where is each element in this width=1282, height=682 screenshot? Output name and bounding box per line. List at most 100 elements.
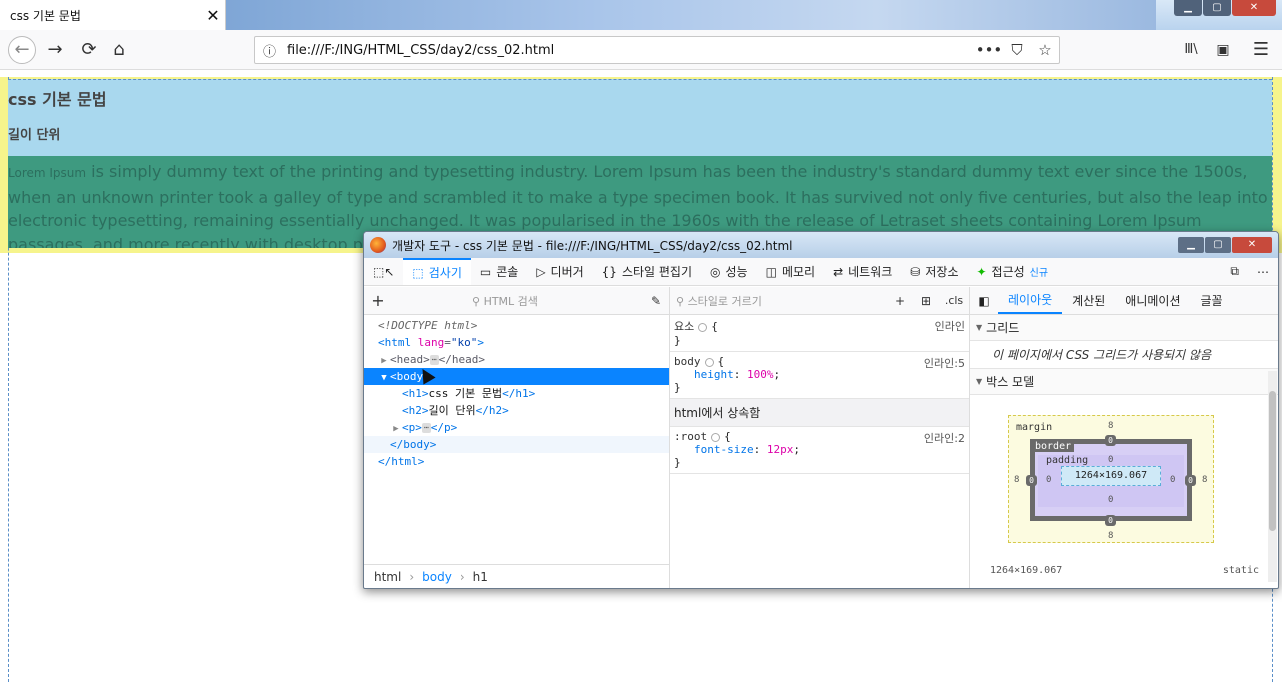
active-tab[interactable]: css 기본 문법 ✕ — [0, 0, 226, 30]
padding-left-value[interactable]: 0 — [1046, 475, 1051, 485]
bookmark-star-icon[interactable]: ☆ — [1031, 41, 1059, 59]
element-picker-icon[interactable]: ⬚↖ — [364, 258, 403, 285]
style-filter-input[interactable]: ⚲ 스타일로 거르기 — [670, 293, 887, 309]
property-name[interactable]: font-size — [694, 443, 754, 456]
gear-icon[interactable] — [698, 322, 708, 332]
add-node-icon[interactable]: + — [364, 291, 392, 310]
breadcrumb-h1[interactable]: h1 — [473, 570, 488, 584]
pseudo-class-icon[interactable]: ⊞ — [913, 294, 939, 308]
padding-right-value[interactable]: 0 — [1170, 475, 1175, 485]
collapse-triangle-icon[interactable]: ▼ — [378, 370, 390, 387]
more-options-icon[interactable]: ⋯ — [1248, 258, 1278, 285]
node-body-close[interactable]: </body> — [364, 436, 669, 453]
back-arrow-icon[interactable]: ← — [8, 36, 36, 64]
add-rule-icon[interactable]: + — [887, 294, 913, 308]
sidebar-scrollbar[interactable] — [1268, 371, 1277, 582]
page-actions-icon[interactable]: ••• — [975, 41, 1003, 59]
devtools-minimize-button[interactable]: ▁ — [1178, 237, 1204, 253]
tab-console[interactable]: ▭ 콘솔 — [471, 258, 527, 285]
rule-source[interactable]: 인라인 — [935, 318, 965, 334]
tag-name: </h2> — [475, 404, 509, 417]
border-bottom-value[interactable]: 0 — [1105, 515, 1116, 526]
rule-declaration[interactable]: height: 100%; — [674, 368, 965, 381]
tab-performance[interactable]: ◎ 성능 — [701, 258, 757, 285]
rule-declaration[interactable]: font-size: 12px; — [674, 443, 965, 456]
property-name[interactable]: height — [694, 368, 734, 381]
breadcrumb-html[interactable]: html — [374, 570, 401, 584]
node-html-close[interactable]: </html> — [364, 453, 669, 470]
property-value[interactable]: 12px — [767, 443, 794, 456]
node-h1[interactable]: <h1>css 기본 문법</h1> — [364, 385, 669, 402]
box-content-size[interactable]: 1264×169.067 — [1061, 466, 1161, 486]
node-body-selected[interactable]: ▼ <body> — [364, 368, 669, 385]
node-doctype[interactable]: <!DOCTYPE html> — [364, 317, 669, 334]
tab-debugger[interactable]: ▷ 디버거 — [527, 258, 592, 285]
tab-storage[interactable]: ⛁ 저장소 — [901, 258, 967, 285]
tab-animations[interactable]: 애니메이션 — [1115, 287, 1190, 314]
close-window-button[interactable]: ✕ — [1232, 0, 1276, 16]
margin-right-value[interactable]: 8 — [1202, 475, 1207, 485]
margin-top-value[interactable]: 8 — [1108, 421, 1113, 431]
tab-memory[interactable]: ◫ 메모리 — [757, 258, 824, 285]
tab-inspector[interactable]: ⬚ 검사기 — [403, 258, 471, 285]
html-search-input[interactable]: ⚲ HTML 검색 — [392, 293, 643, 309]
site-info-icon[interactable]: ⓘ — [263, 41, 281, 60]
padding-bottom-value[interactable]: 0 — [1108, 495, 1113, 505]
border-top-value[interactable]: 0 — [1105, 435, 1116, 446]
content-box: css 기본 문법 길이 단위 Lorem Ipsum is simply du… — [8, 79, 1272, 248]
grid-section-header[interactable]: ▼ 그리드 — [970, 315, 1278, 341]
tab-computed[interactable]: 계산된 — [1062, 287, 1115, 314]
eyedropper-icon[interactable]: ✎ — [643, 294, 669, 308]
rule-source[interactable]: 인라인:2 — [924, 430, 965, 446]
pocket-icon[interactable]: ⛉ — [1003, 41, 1031, 59]
cls-toggle-button[interactable]: .cls — [939, 294, 969, 307]
gear-icon[interactable] — [711, 432, 721, 442]
devtools-close-button[interactable]: ✕ — [1232, 237, 1272, 253]
property-value[interactable]: 100% — [747, 368, 774, 381]
page-heading-h2: 길이 단위 — [8, 128, 61, 143]
breadcrumb-body[interactable]: body — [422, 570, 452, 584]
tab-fonts[interactable]: 글꼴 — [1191, 287, 1233, 314]
collapsed-ellipsis[interactable]: ⋯ — [429, 355, 439, 365]
collapsed-ellipsis[interactable]: ⋯ — [421, 423, 431, 433]
node-h2[interactable]: <h2>길이 단위</h2> — [364, 402, 669, 419]
home-icon[interactable]: ⌂ — [106, 38, 132, 62]
tab-label: 접근성 — [991, 265, 1025, 279]
node-html[interactable]: <html lang="ko"> — [364, 334, 669, 351]
border-right-value[interactable]: 0 — [1185, 475, 1196, 486]
tab-layout[interactable]: 레이아웃 — [998, 287, 1063, 314]
dock-options-icon[interactable]: ⧉ — [1221, 258, 1248, 285]
margin-left-value[interactable]: 8 — [1014, 475, 1019, 485]
menu-icon[interactable]: ☰ — [1248, 38, 1274, 62]
tab-title: css 기본 문법 — [10, 8, 81, 23]
node-p[interactable]: ▶ <p> ⋯ </p> — [364, 419, 669, 436]
url-text[interactable]: file:///F:/ING/HTML_CSS/day2/css_02.html — [281, 43, 975, 58]
border-left-value[interactable]: 0 — [1026, 475, 1037, 486]
toggle-sidebar-icon[interactable]: ◧ — [970, 287, 998, 314]
margin-label: margin — [1016, 422, 1053, 433]
node-head[interactable]: ▶ <head> ⋯ </head> — [364, 351, 669, 368]
padding-top-value[interactable]: 0 — [1108, 455, 1113, 465]
rule-source[interactable]: 인라인:5 — [924, 355, 965, 371]
library-icon[interactable]: Ⅲ\ — [1178, 38, 1204, 62]
reload-icon[interactable]: ⟳ — [76, 38, 102, 62]
margin-bottom-value[interactable]: 8 — [1108, 531, 1113, 541]
tag-bracket: > — [477, 336, 484, 349]
forward-arrow-icon[interactable]: → — [42, 38, 68, 62]
tab-close-icon[interactable]: ✕ — [201, 6, 225, 25]
gear-icon[interactable] — [704, 357, 714, 367]
tab-accessibility[interactable]: ✦ 접근성 신규 — [967, 258, 1057, 285]
scrollbar-thumb[interactable] — [1269, 391, 1276, 531]
tab-style-editor[interactable]: {} 스타일 편집기 — [593, 258, 701, 285]
sidebar-icon[interactable]: ▣ — [1210, 38, 1236, 62]
devtools-toolbar: ⬚↖ ⬚ 검사기 ▭ 콘솔 ▷ 디버거 {} 스타일 편집기 ◎ 성능 ◫ 메모리 ⇄ 네트워… — [364, 258, 1278, 286]
box-model-diagram: margin 8 8 8 8 border 0 0 0 0 padding 0 … — [970, 395, 1278, 576]
url-bar[interactable]: ⓘ file:///F:/ING/HTML_CSS/day2/css_02.ht… — [254, 36, 1060, 64]
tab-network[interactable]: ⇄ 네트워크 — [824, 258, 901, 285]
minimize-button[interactable]: ▁ — [1174, 0, 1202, 16]
maximize-button[interactable]: ▢ — [1203, 0, 1231, 16]
box-model-section-header[interactable]: ▼ 박스 모델 — [970, 369, 1278, 395]
devtools-title: 개발자 도구 - css 기본 문법 - file:///F:/ING/HTML… — [392, 238, 793, 253]
devtools-maximize-button[interactable]: ▢ — [1205, 237, 1231, 253]
tab-label: 검사기 — [428, 266, 462, 280]
